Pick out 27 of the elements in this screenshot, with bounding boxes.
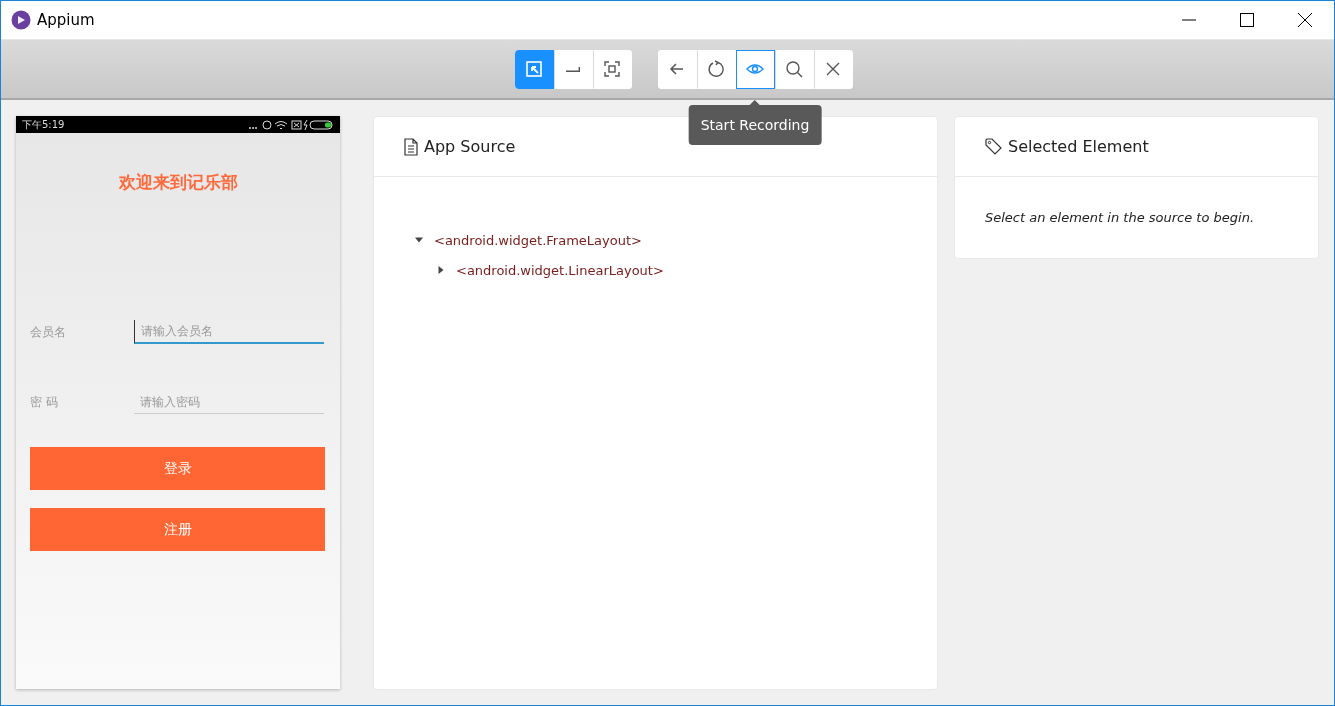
input-field[interactable]: 请输入会员名 bbox=[134, 320, 324, 344]
line-icon bbox=[566, 66, 580, 72]
panel-title: Selected Element bbox=[1008, 137, 1149, 156]
field-label: 密 码 bbox=[30, 393, 59, 411]
panel-title: App Source bbox=[424, 137, 516, 156]
window-title: Appium bbox=[37, 11, 96, 29]
input-field[interactable]: 请输入密码 bbox=[134, 390, 324, 414]
select-button[interactable] bbox=[514, 49, 554, 89]
field-label: 会员名 bbox=[30, 323, 67, 341]
cursor-frame-icon bbox=[525, 60, 543, 78]
caret-down-icon[interactable] bbox=[415, 236, 423, 244]
tap-button[interactable] bbox=[592, 49, 632, 89]
tree-node[interactable]: <android.widget.LinearLayout> bbox=[456, 262, 664, 278]
caret-right-icon[interactable] bbox=[437, 266, 445, 274]
search-icon bbox=[785, 60, 803, 78]
frame-icon bbox=[603, 60, 621, 78]
close-icon[interactable] bbox=[1298, 13, 1312, 27]
refresh-icon bbox=[707, 60, 725, 78]
empty-message: Select an element in the source to begin. bbox=[984, 209, 1256, 225]
status-time: 下午5:19 bbox=[22, 117, 65, 132]
tree-node[interactable]: <android.widget.FrameLayout> bbox=[434, 232, 642, 248]
welcome-heading: 欢迎来到记乐部 bbox=[118, 171, 238, 194]
close-icon bbox=[824, 60, 842, 78]
maximize-icon[interactable] bbox=[1240, 13, 1254, 27]
tag-icon bbox=[985, 138, 1002, 155]
app-logo-icon bbox=[11, 10, 31, 30]
document-icon bbox=[404, 137, 418, 156]
